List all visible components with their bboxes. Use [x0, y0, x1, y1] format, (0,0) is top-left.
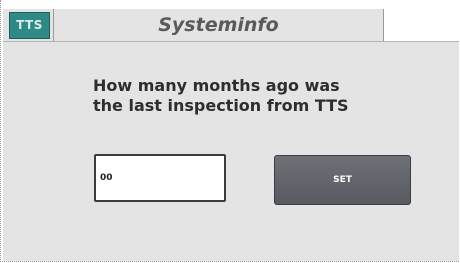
months-input[interactable] [94, 154, 226, 202]
tts-logo: TTS [9, 12, 50, 39]
systeminfo-panel: TTS Systeminfo How many months ago was t… [3, 9, 459, 261]
set-button[interactable]: SET [274, 155, 411, 205]
page-title: Systeminfo [53, 9, 384, 41]
inspection-question: How many months ago was the last inspect… [93, 76, 393, 116]
question-line-1: How many months ago was [93, 76, 340, 95]
header-right-field [384, 9, 459, 41]
hmi-screen: TTS Systeminfo How many months ago was t… [0, 0, 459, 262]
header-bar: TTS Systeminfo [3, 9, 459, 42]
question-line-2: the last inspection from TTS [93, 96, 349, 115]
